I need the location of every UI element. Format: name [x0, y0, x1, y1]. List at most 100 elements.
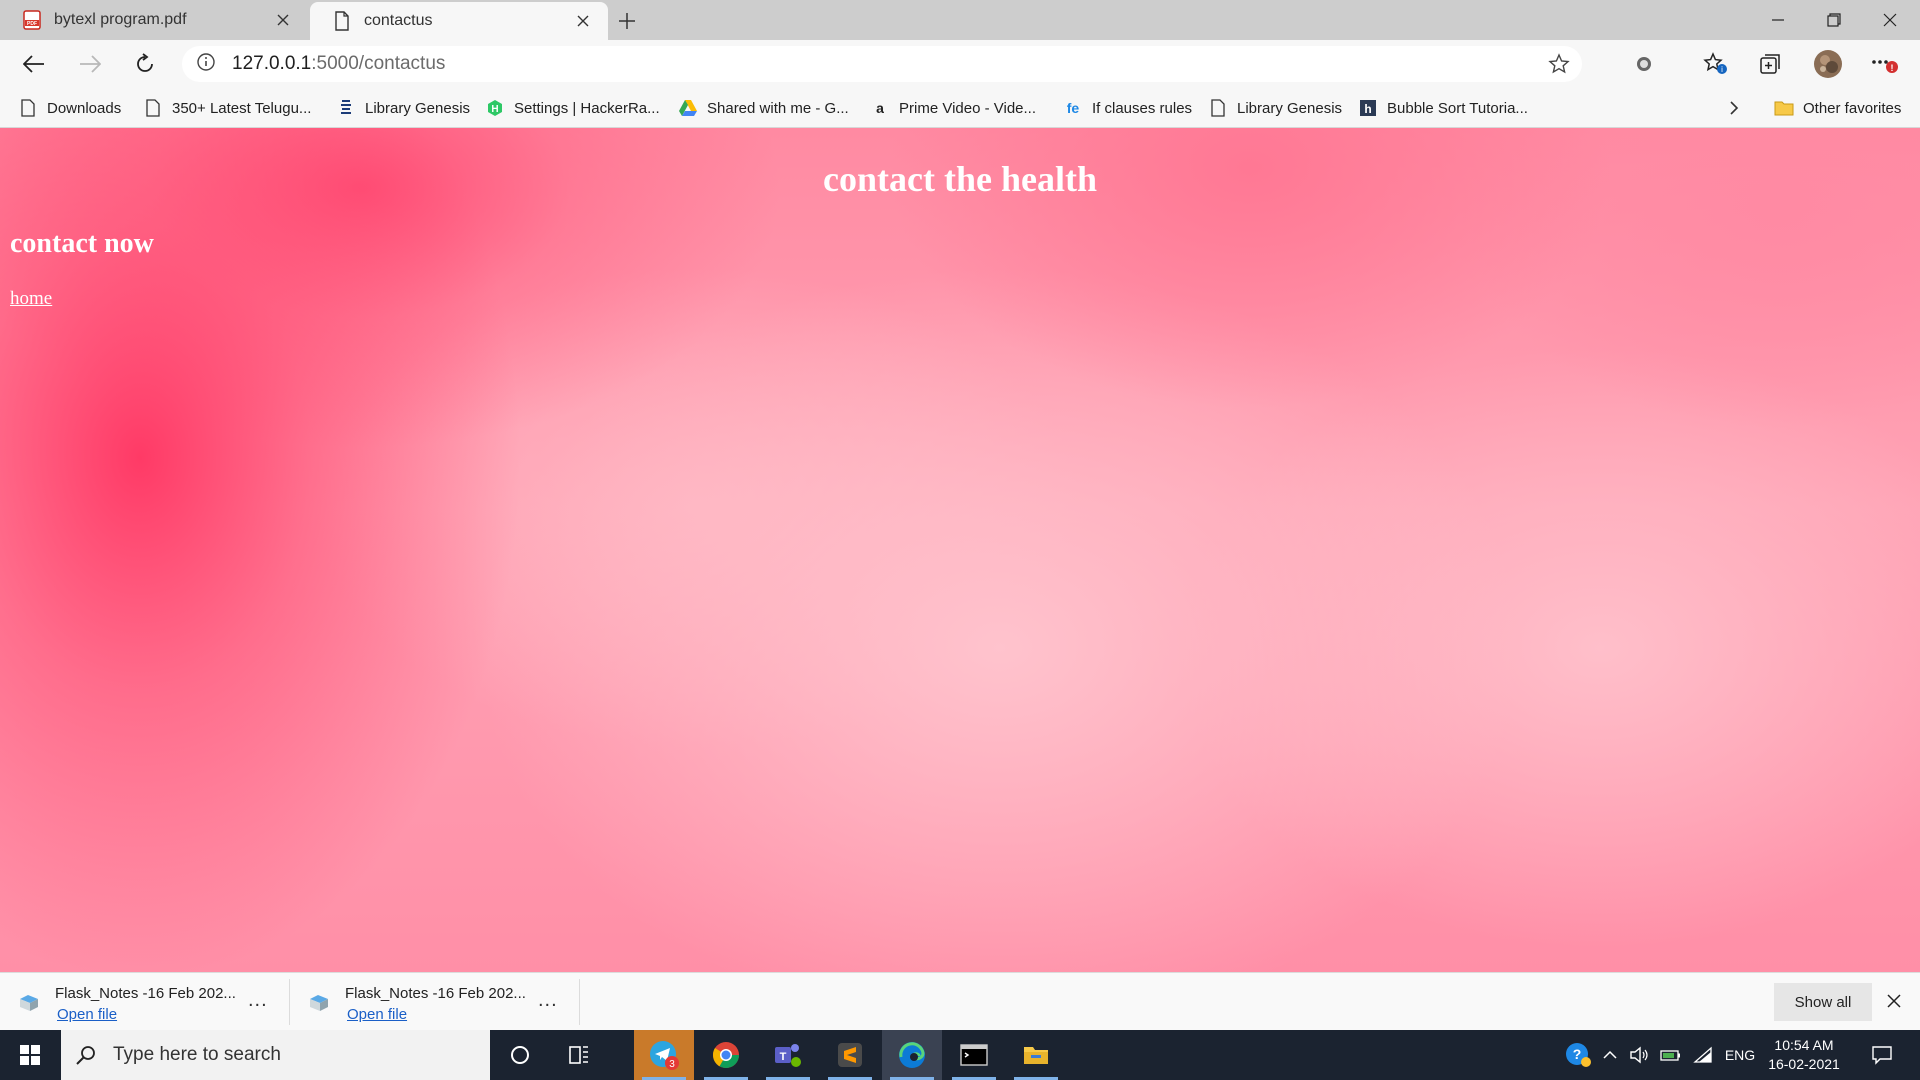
- download-more-button[interactable]: ...: [248, 989, 268, 1012]
- action-center-button[interactable]: [1862, 1030, 1902, 1080]
- forward-button[interactable]: [72, 48, 108, 80]
- start-button[interactable]: [0, 1030, 60, 1080]
- more-dots-icon: !: [1872, 60, 1898, 73]
- bookmark-label: Bubble Sort Tutoria...: [1387, 99, 1528, 117]
- bookmark-library-genesis[interactable]: Library Genesis: [336, 96, 470, 120]
- open-file-link[interactable]: Open file: [57, 1006, 117, 1023]
- profile-button[interactable]: [1810, 48, 1846, 80]
- download-filename: Flask_Notes -16 Feb 202...: [55, 985, 236, 1002]
- back-arrow-icon: [23, 55, 44, 73]
- back-button[interactable]: [16, 48, 52, 80]
- download-more-button[interactable]: ...: [538, 989, 558, 1012]
- edge-taskbar-button[interactable]: [882, 1030, 942, 1080]
- svg-text:?: ?: [1573, 1046, 1582, 1062]
- telegram-icon: 3: [650, 1041, 679, 1070]
- notification-icon: [1872, 1046, 1892, 1065]
- address-bar[interactable]: 127.0.0.1:5000/contactus: [182, 46, 1582, 82]
- chrome-taskbar-button[interactable]: [696, 1030, 756, 1080]
- open-file-link[interactable]: Open file: [347, 1006, 407, 1023]
- favorite-star-icon[interactable]: [1548, 53, 1570, 79]
- task-view-button[interactable]: [550, 1030, 610, 1080]
- restore-button[interactable]: [1806, 0, 1862, 40]
- page-title: contact the health: [823, 159, 1097, 199]
- bookmark-bubble-sort[interactable]: h Bubble Sort Tutoria...: [1358, 96, 1528, 120]
- help-icon: ?: [1566, 1043, 1591, 1067]
- cortana-button[interactable]: [490, 1030, 550, 1080]
- sublime-taskbar-button[interactable]: [820, 1030, 880, 1080]
- bookmark-google-drive[interactable]: Shared with me - G...: [678, 96, 849, 120]
- bookmark-label: Downloads: [47, 99, 122, 117]
- svg-text:!: !: [1891, 63, 1894, 73]
- other-favorites[interactable]: Other favorites: [1774, 96, 1901, 120]
- volume-tray-button[interactable]: [1624, 1030, 1654, 1080]
- bookmark-hackerrank[interactable]: H Settings | HackerRa...: [485, 96, 660, 120]
- taskbar-search-box[interactable]: Type here to search: [61, 1030, 490, 1080]
- tab-contactus[interactable]: contactus: [310, 2, 608, 40]
- teams-taskbar-button[interactable]: T: [758, 1030, 818, 1080]
- clock[interactable]: 10:54 AM 16-02-2021: [1760, 1036, 1848, 1074]
- telegram-badge: 3: [669, 1059, 675, 1070]
- bookmark-label: Library Genesis: [365, 99, 471, 117]
- bookmark-telugu[interactable]: 350+ Latest Telugu...: [143, 96, 311, 120]
- close-icon: [1883, 13, 1897, 27]
- terminal-icon: [960, 1044, 988, 1066]
- collections-icon: [1760, 54, 1780, 74]
- extension-button[interactable]: [1626, 48, 1662, 80]
- file-explorer-taskbar-button[interactable]: [1006, 1030, 1066, 1080]
- input-language[interactable]: ENG: [1720, 1030, 1760, 1080]
- help-tray-button[interactable]: ?: [1560, 1030, 1596, 1080]
- collections-button[interactable]: [1752, 48, 1788, 80]
- download-item[interactable]: Flask_Notes -16 Feb 202... Open file ...: [0, 979, 290, 1025]
- favorites-button[interactable]: i: [1698, 48, 1734, 80]
- bookmark-if-clauses[interactable]: fe If clauses rules: [1063, 96, 1192, 120]
- terminal-taskbar-button[interactable]: [944, 1030, 1004, 1080]
- reload-button[interactable]: [127, 48, 163, 80]
- bookmark-library-genesis-2[interactable]: Library Genesis: [1208, 96, 1342, 120]
- bookmarks-overflow-button[interactable]: [1728, 96, 1740, 120]
- bookmark-downloads[interactable]: Downloads: [18, 96, 121, 120]
- minimize-icon: [1772, 19, 1784, 21]
- battery-tray-button[interactable]: [1656, 1030, 1686, 1080]
- h-icon: h: [1358, 98, 1378, 118]
- wifi-tray-button[interactable]: [1688, 1030, 1718, 1080]
- task-view-icon: [569, 1046, 588, 1064]
- new-tab-button[interactable]: [612, 6, 642, 36]
- tab-bytexl-pdf[interactable]: PDF bytexl program.pdf: [0, 0, 308, 40]
- minimize-button[interactable]: [1750, 0, 1806, 40]
- clock-time: 10:54 AM: [1774, 1037, 1834, 1053]
- bookmark-prime-video[interactable]: a Prime Video - Vide...: [870, 96, 1036, 120]
- teams-icon: T: [775, 1044, 801, 1067]
- chevron-right-icon: [1730, 101, 1739, 115]
- search-placeholder: Type here to search: [113, 1044, 281, 1065]
- cortana-circle-icon: [511, 1046, 529, 1064]
- url-path: :5000/contactus: [311, 53, 446, 74]
- close-tab-icon[interactable]: [272, 9, 294, 31]
- fe-icon: fe: [1066, 100, 1080, 116]
- settings-more-button[interactable]: !: [1866, 48, 1902, 80]
- close-tab-icon[interactable]: [572, 10, 594, 32]
- close-shelf-button[interactable]: [1880, 987, 1908, 1015]
- hackerrank-icon: H: [485, 98, 505, 118]
- speaker-icon: [1630, 1046, 1648, 1064]
- plus-icon: [619, 13, 635, 29]
- folder-icon: [1774, 98, 1794, 118]
- page-content: contact the health contact now home: [0, 128, 1920, 972]
- edge-icon: [899, 1042, 925, 1068]
- windows-taskbar: Type here to search 3 T ? ENG 10:54 AM 1…: [0, 1030, 1920, 1080]
- info-icon[interactable]: [196, 52, 216, 76]
- url-text: 127.0.0.1:5000/contactus: [232, 53, 445, 75]
- telegram-taskbar-button[interactable]: 3: [634, 1030, 694, 1080]
- extension-circle-icon: [1637, 57, 1651, 71]
- amazon-icon: a: [876, 100, 884, 116]
- home-link[interactable]: home: [10, 288, 52, 310]
- search-icon: [76, 1046, 95, 1065]
- download-item[interactable]: Flask_Notes -16 Feb 202... Open file ...: [290, 979, 580, 1025]
- favorites-icon: i: [1703, 52, 1727, 74]
- show-hidden-icons-button[interactable]: [1598, 1030, 1622, 1080]
- close-window-button[interactable]: [1862, 0, 1918, 40]
- show-all-button[interactable]: Show all: [1774, 983, 1872, 1021]
- folder-icon: [1024, 1047, 1048, 1064]
- wifi-icon: [1693, 1046, 1712, 1063]
- contact-heading: contact now: [10, 228, 154, 259]
- google-drive-icon: [678, 98, 698, 118]
